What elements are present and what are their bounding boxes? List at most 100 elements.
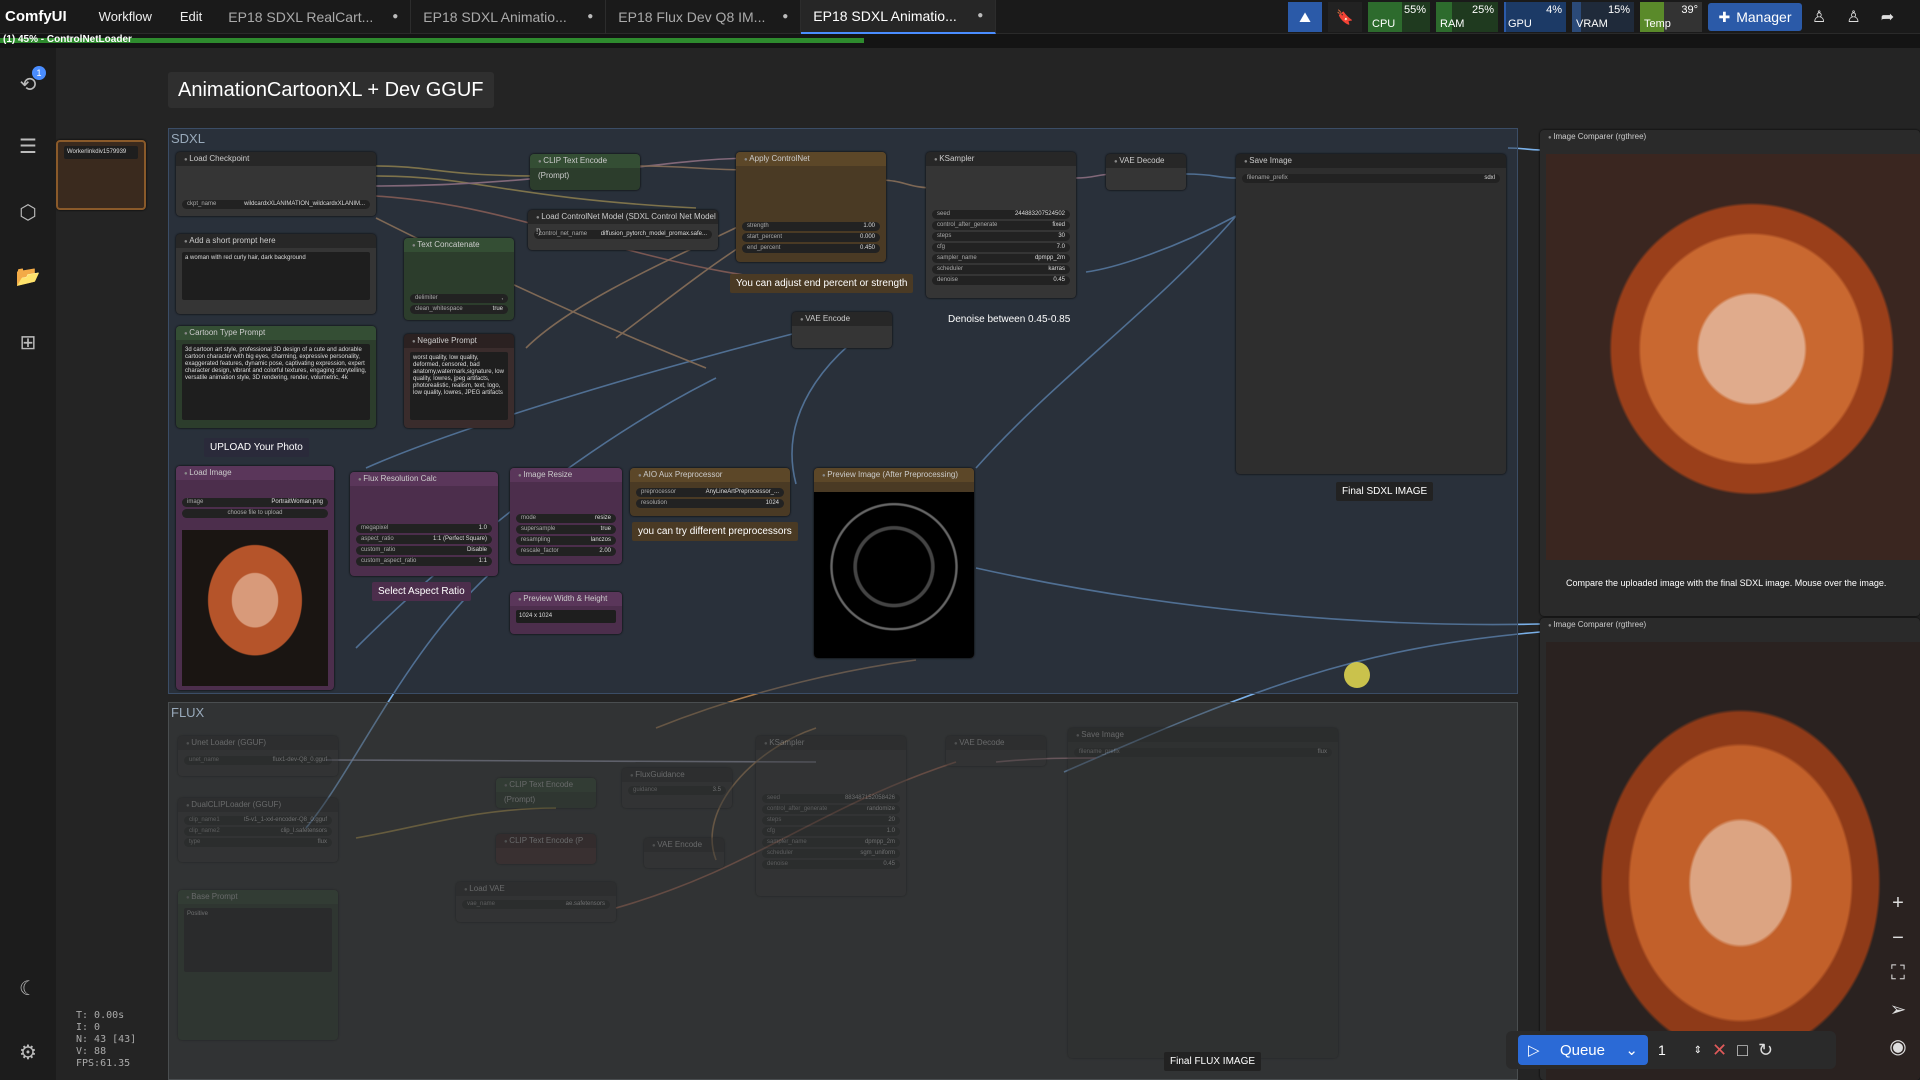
node-flux-prompt[interactable]: Base Prompt Positive (178, 890, 338, 1040)
node-image-comparer-1[interactable]: Image Comparer (rgthree) Compare the upl… (1540, 130, 1920, 616)
model-library-icon[interactable]: ⬡ (14, 198, 42, 226)
ckpt-name-widget[interactable]: ckpt_name wildcardxXLANIMATION_wildcardxX… (182, 200, 370, 209)
megapixel-widget[interactable]: megapixel 1.0 (356, 524, 492, 533)
node-flux-save[interactable]: Save Image filename_prefix flux (1068, 728, 1338, 1058)
node-preview-image[interactable]: Preview Image (After Preprocessing) (814, 468, 974, 658)
node-flux-vae-decode[interactable]: VAE Decode (946, 736, 1046, 766)
node-vae-encode[interactable]: VAE Encode (792, 312, 892, 348)
node-vae-decode[interactable]: VAE Decode (1106, 154, 1186, 190)
theme-icon[interactable]: ☾ (14, 974, 42, 1002)
resampling-widget[interactable]: resampling lanczos (516, 536, 616, 545)
zoom-out-icon[interactable]: − (1892, 927, 1904, 950)
start-percent-widget[interactable]: start_percent 0.000 (742, 233, 880, 242)
resolution-widget[interactable]: resolution 1024 (636, 499, 784, 508)
flux-steps-widget[interactable]: steps 20 (762, 816, 900, 825)
node-save-image[interactable]: Save Image filename_prefix sdxl (1236, 154, 1506, 474)
cfg-widget[interactable]: cfg 7.0 (932, 243, 1070, 252)
node-flux-clip-pos[interactable]: CLIP Text Encode (Prompt) (496, 778, 596, 808)
node-library-icon[interactable]: ⊞ (14, 328, 42, 356)
negative-prompt-text[interactable]: worst quality, low quality, deformed, ce… (410, 352, 508, 420)
short-prompt-text[interactable]: a woman with red curly hair, dark backgr… (182, 252, 370, 300)
steps-widget[interactable]: steps 30 (932, 232, 1070, 241)
node-load-controlnet[interactable]: Load ControlNet Model (SDXL Control Net … (528, 210, 718, 250)
custom-aspect-widget[interactable]: custom_aspect_ratio 1:1 (356, 557, 492, 566)
flux-scheduler-widget[interactable]: scheduler sgm_uniform (762, 849, 900, 858)
node-load-image[interactable]: Load Image image PortraitWoman.png choose… (176, 466, 334, 690)
preprocessor-widget[interactable]: preprocessor AnyLineArtPreprocessor_... (636, 488, 784, 497)
clip1-widget[interactable]: clip_name1 t5-v1_1-xxl-encoder-Q8_0.gguf (184, 816, 332, 825)
node-apply-controlnet[interactable]: Apply ControlNet strength 1.00 start_perc… (736, 152, 886, 262)
node-aio-preprocessor[interactable]: AIO Aux Preprocessor preprocessor AnyLine… (630, 468, 790, 516)
toggle-visibility-icon[interactable]: ◉ (1889, 1034, 1906, 1059)
tab-workflow-4-active[interactable]: EP18 SDXL Animatio... ● (801, 0, 997, 34)
aspect-ratio-widget[interactable]: aspect_ratio 1:1 (Perfect Square) (356, 535, 492, 544)
flux-filename-widget[interactable]: filename_prefix flux (1074, 748, 1332, 757)
flux-cfg-widget[interactable]: cfg 1.0 (762, 827, 900, 836)
image-widget[interactable]: image PortraitWoman.png (182, 498, 328, 507)
vae-name-widget[interactable]: vae_name ae.safetensors (462, 900, 610, 909)
unsaved-dot-icon[interactable]: ● (587, 11, 593, 22)
menu-workflow[interactable]: Workflow (85, 9, 166, 24)
unet-widget[interactable]: unet_name flux1-dev-Q8_0.gguf (184, 756, 332, 765)
mode-widget[interactable]: mode resize (516, 514, 616, 523)
node-flux-vae-encode[interactable]: VAE Encode (644, 838, 724, 868)
rescale-factor-widget[interactable]: rescale_factor 2.00 (516, 547, 616, 556)
zoom-in-icon[interactable]: + (1892, 892, 1904, 915)
end-percent-widget[interactable]: end_percent 0.450 (742, 244, 880, 253)
node-flux-resolution[interactable]: Flux Resolution Calc megapixel 1.0 aspect… (350, 472, 498, 576)
flux-prompt-text[interactable]: Positive (184, 908, 332, 972)
denoise-widget[interactable]: denoise 0.45 (932, 276, 1070, 285)
node-flux-guidance[interactable]: FluxGuidance guidance 3.5 (622, 768, 732, 808)
controlnet-name-widget[interactable]: control_net_name diffusion_pytorch_model_… (534, 230, 712, 239)
chevron-down-icon[interactable]: ⌄ (1625, 1041, 1638, 1059)
final-flux-image[interactable] (1546, 642, 1920, 1080)
share-icon[interactable]: ➦ (1881, 7, 1894, 27)
upload-button[interactable]: choose file to upload (182, 509, 328, 518)
stepper-icon[interactable]: ⇕ (1694, 1045, 1702, 1056)
node-load-vae[interactable]: Load VAE vae_name ae.safetensors (456, 882, 616, 922)
menu-edit[interactable]: Edit (166, 9, 216, 24)
final-sdxl-image[interactable] (1546, 154, 1920, 560)
node-cartoon-prompt[interactable]: Cartoon Type Prompt 3d cartoon art style… (176, 326, 376, 428)
sampler-widget[interactable]: sampler_name dpmpp_2m (932, 254, 1070, 263)
flux-seed-widget[interactable]: seed 883487152058426 (762, 794, 900, 803)
unsaved-dot-icon[interactable]: ● (977, 10, 983, 21)
workflow-title[interactable]: AnimationCartoonXL + Dev GGUF (168, 72, 494, 108)
supersample-widget[interactable]: supersample true (516, 525, 616, 534)
node-short-prompt[interactable]: Add a short prompt here a woman with red… (176, 234, 376, 314)
cancel-icon[interactable]: ✕ (1712, 1040, 1727, 1061)
tab-workflow-2[interactable]: EP18 SDXL Animatio... ● (411, 0, 607, 34)
unsaved-dot-icon[interactable]: ● (782, 11, 788, 22)
tab-workflow-3[interactable]: EP18 Flux Dev Q8 IM... ● (606, 0, 802, 34)
custom-ratio-widget[interactable]: custom_ratio Disable (356, 546, 492, 555)
clip2-widget[interactable]: clip_name2 clip_l.safetensors (184, 827, 332, 836)
checkpoint-mini-node[interactable]: Workerlinkdiv1579939 (56, 140, 146, 210)
unsaved-dot-icon[interactable]: ● (392, 11, 398, 22)
flux-control-widget[interactable]: control_after_generate randomize (762, 805, 900, 814)
cartoon-prompt-text[interactable]: 3d cartoon art style, professional 3D de… (182, 344, 370, 420)
delimiter-widget[interactable]: delimiter, (410, 294, 508, 303)
node-flux-clip-neg[interactable]: CLIP Text Encode (P (496, 834, 596, 864)
seed-widget[interactable]: seed 244883207524502 (932, 210, 1070, 219)
locate-icon[interactable]: ➢ (1890, 997, 1907, 1022)
filename-prefix-widget[interactable]: filename_prefix sdxl (1242, 174, 1500, 183)
workflows-icon[interactable]: 📂 (14, 262, 42, 290)
node-text-concatenate[interactable]: Text Concatenate delimiter, clean_whites… (404, 238, 514, 320)
scheduler-widget[interactable]: scheduler karras (932, 265, 1070, 274)
user-icon[interactable]: ♙ (1846, 7, 1860, 27)
node-clip-text-encode[interactable]: CLIP Text Encode (Prompt) (530, 154, 640, 190)
fit-view-icon[interactable]: ⛶ (1891, 962, 1905, 985)
flux-sampler-widget[interactable]: sampler_name dpmpp_2m (762, 838, 900, 847)
clean-whitespace-widget[interactable]: clean_whitespace true (410, 305, 508, 314)
flux-denoise-widget[interactable]: denoise 0.45 (762, 860, 900, 869)
stop-icon[interactable]: □ (1737, 1040, 1748, 1061)
tab-workflow-1[interactable]: EP18 SDXL RealCart... ● (216, 0, 412, 34)
settings-icon[interactable]: ⚙ (14, 1038, 42, 1066)
bookmark-icon[interactable]: 🔖 (1328, 2, 1362, 32)
node-negative-prompt[interactable]: Negative Prompt worst quality, low quali… (404, 334, 514, 428)
node-preview-wh[interactable]: Preview Width & Height 1024 x 1024 (510, 592, 622, 634)
node-unet-loader[interactable]: Unet Loader (GGUF) unet_name flux1-dev-Q8… (178, 736, 338, 776)
node-load-checkpoint[interactable]: Load Checkpoint ckpt_name wildcardxXLANIM… (176, 152, 376, 216)
queue-button[interactable]: ▷ Queue ⌄ (1518, 1035, 1648, 1065)
app-logo[interactable]: ComfyUI (0, 8, 85, 25)
